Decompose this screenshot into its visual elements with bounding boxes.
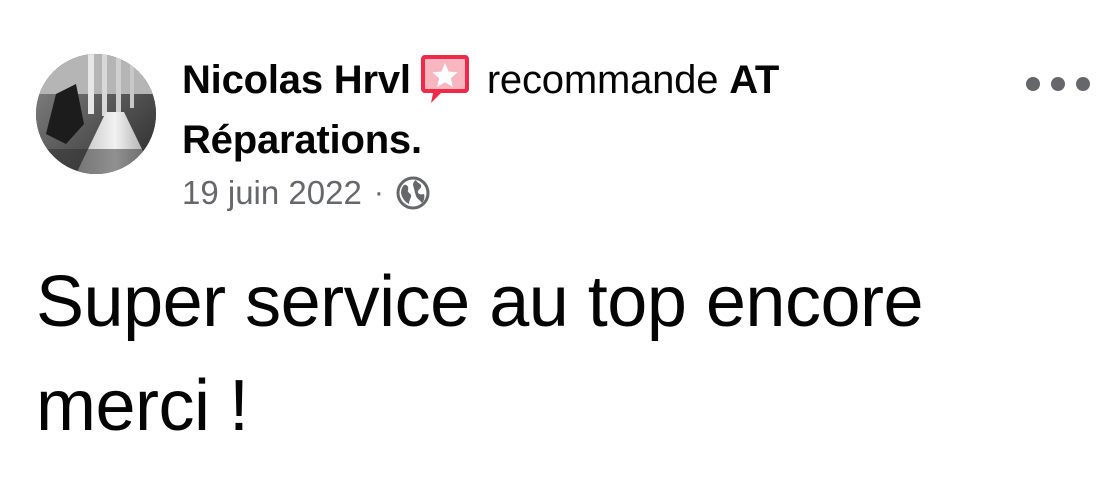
avatar-photo <box>36 54 156 174</box>
recommendation-star-icon <box>420 53 469 105</box>
more-options-icon[interactable] <box>1026 66 1090 102</box>
author-name[interactable]: Nicolas Hrvl <box>182 58 411 102</box>
post-text: Super service au top encore merci ! <box>36 262 924 446</box>
meta-separator: · <box>373 176 384 209</box>
more-dot <box>1051 77 1065 91</box>
more-dot <box>1076 77 1090 91</box>
post-date[interactable]: 19 juin 2022 <box>182 174 362 212</box>
author-avatar[interactable] <box>36 54 156 174</box>
recommend-word: recommande <box>486 58 719 102</box>
recommendation-post: Nicolas Hrvl recommande AT Réparations. … <box>0 0 1114 485</box>
more-dot <box>1026 77 1040 91</box>
post-header: Nicolas Hrvl recommande AT Réparations. <box>182 50 942 170</box>
globe-icon[interactable] <box>396 176 430 210</box>
post-meta: 19 juin 2022 · <box>182 168 430 218</box>
